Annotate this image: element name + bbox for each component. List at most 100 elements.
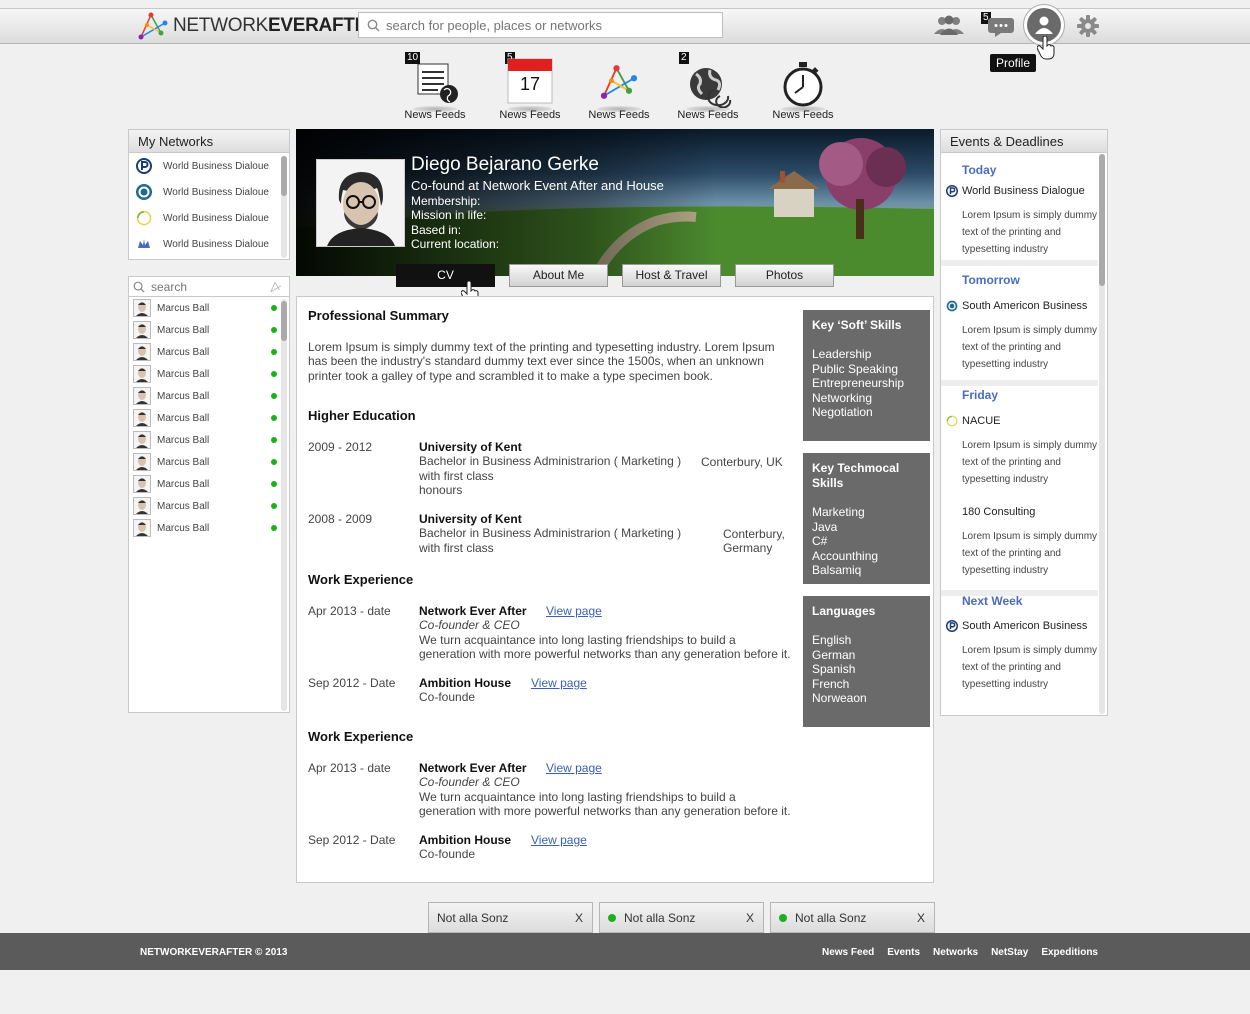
- event-item[interactable]: South Americon Business: [946, 300, 1087, 312]
- skill-item: Negotiation: [812, 405, 873, 419]
- gear-icon[interactable]: [1077, 15, 1099, 42]
- contact-item[interactable]: Marcus Ball: [129, 363, 289, 385]
- view-page-link[interactable]: View page: [546, 604, 602, 618]
- quick-nav-globe[interactable]: 2 News Feeds: [668, 52, 748, 121]
- summary-line: has been the industry's standard dummy t…: [308, 354, 764, 368]
- contact-item[interactable]: Marcus Ball: [129, 297, 289, 319]
- event-item[interactable]: 180 Consulting: [962, 506, 1035, 518]
- view-page-link[interactable]: View page: [531, 676, 587, 690]
- chat-tab[interactable]: Not alla Sonz X: [428, 902, 593, 933]
- contact-item[interactable]: Marcus Ball: [129, 429, 289, 451]
- view-page-link[interactable]: View page: [531, 833, 587, 847]
- calendar-day: 17: [519, 74, 541, 94]
- network-filter-icon[interactable]: [269, 280, 283, 294]
- my-networks-scrollbar[interactable]: [281, 156, 287, 258]
- close-icon[interactable]: X: [746, 911, 754, 925]
- footer-link-events[interactable]: Events: [887, 947, 920, 958]
- profile-based-in: Based in:: [411, 223, 462, 237]
- profile-photo[interactable]: [316, 159, 405, 247]
- work-desc: generation with more powerful networks t…: [419, 647, 791, 661]
- network-logo-ring-icon: [135, 209, 153, 227]
- stopwatch-icon: [783, 62, 823, 107]
- soft-skills-title: Key ‘Soft’ Skills: [812, 318, 902, 332]
- chat-tab-name: Not alla Sonz: [437, 910, 509, 925]
- logo[interactable]: NETWORKEVERAFTER: [137, 10, 381, 42]
- network-item[interactable]: World Business Dialoue: [129, 153, 289, 179]
- chat-tab[interactable]: Not alla Sonz X: [770, 902, 935, 933]
- profile-tooltip: Profile: [990, 54, 1037, 72]
- summary-title: Professional Summary: [308, 308, 449, 323]
- online-status-icon: [271, 503, 277, 509]
- event-title: 180 Consulting: [962, 506, 1036, 518]
- network-item[interactable]: World Business Dialoue: [129, 179, 289, 205]
- event-item[interactable]: World Business Dialogue: [946, 185, 1085, 197]
- network-item-label: World Business Dialoue: [163, 160, 269, 172]
- contact-item[interactable]: Marcus Ball: [129, 407, 289, 429]
- quick-nav-calendar[interactable]: 5 17 News Feeds: [490, 52, 570, 121]
- contact-item[interactable]: Marcus Ball: [129, 473, 289, 495]
- education-degree: Bachelor in Business Administrarion ( Ma…: [419, 454, 682, 468]
- contacts-scrollbar[interactable]: [281, 299, 287, 711]
- contact-item[interactable]: Marcus Ball: [129, 451, 289, 473]
- skill-item: Balsamiq: [812, 563, 862, 577]
- contact-name: Marcus Ball: [157, 368, 210, 380]
- footer-link-netstay[interactable]: NetStay: [991, 947, 1028, 958]
- messages-icon[interactable]: 5: [981, 12, 1015, 38]
- event-description: Lorem Ipsum is simply dummy text of the p…: [962, 645, 1098, 690]
- events-scrollbar[interactable]: [1099, 154, 1105, 714]
- event-item[interactable]: South Americon Business: [946, 620, 1087, 632]
- event-description: Lorem Ipsum is simply dummy text of the p…: [962, 440, 1098, 485]
- work-role: Co-founde: [419, 847, 476, 861]
- global-search-input[interactable]: [386, 17, 706, 33]
- quick-nav-news-feed[interactable]: 10 News Feeds: [395, 52, 475, 121]
- tab-photos[interactable]: Photos: [735, 264, 834, 287]
- contact-item[interactable]: Marcus Ball: [129, 319, 289, 341]
- close-icon[interactable]: X: [917, 911, 925, 925]
- network-logo-circle-icon: [135, 183, 153, 201]
- chat-tab[interactable]: Not alla Sonz X: [599, 902, 764, 933]
- search-icon: [367, 19, 380, 31]
- skill-item: Java: [812, 519, 838, 534]
- event-title: World Business Dialogue: [962, 185, 1085, 197]
- contact-item[interactable]: Marcus Ball: [129, 517, 289, 539]
- work-dates: Sep 2012 - Date: [308, 833, 396, 847]
- footer-link-expeditions[interactable]: Expeditions: [1041, 947, 1098, 958]
- footer-link-networks[interactable]: Networks: [933, 947, 978, 958]
- footer-link-news-feed[interactable]: News Feed: [822, 947, 874, 958]
- quick-nav-networks[interactable]: News Feeds: [579, 52, 659, 121]
- news-globe-icon: [417, 63, 458, 103]
- network-item[interactable]: World Business Dialoue: [129, 205, 289, 231]
- contact-item[interactable]: Marcus Ball: [129, 495, 289, 517]
- tab-host-travel[interactable]: Host & Travel: [622, 264, 721, 287]
- global-search[interactable]: [358, 12, 723, 38]
- hand-cursor-icon: [1036, 35, 1057, 65]
- close-icon[interactable]: X: [575, 911, 583, 925]
- chat-tab-name: Not alla Sonz: [795, 910, 867, 925]
- work-role: Co-founder & CEO: [419, 775, 520, 789]
- online-status-icon: [271, 327, 277, 333]
- work-company: Network Ever After: [419, 761, 527, 775]
- my-networks-panel: My Networks World Business Dialoue World…: [128, 129, 290, 260]
- skill-item: Networking: [812, 390, 873, 405]
- contacts-search[interactable]: [129, 277, 289, 297]
- view-page-link[interactable]: View page: [546, 761, 602, 775]
- education-school: University of Kent: [419, 512, 522, 526]
- avatar: [133, 453, 151, 471]
- friends-icon[interactable]: [932, 14, 966, 41]
- avatar: [133, 409, 151, 427]
- contacts-search-input[interactable]: [151, 279, 261, 294]
- network-item[interactable]: World Business Dialoue: [129, 231, 289, 257]
- contact-name: Marcus Ball: [157, 346, 210, 358]
- language-item: French: [812, 676, 850, 691]
- contact-item[interactable]: Marcus Ball: [129, 341, 289, 363]
- profile-role: Co-found at Network Event After and Hous…: [411, 178, 664, 193]
- event-item[interactable]: NACUE: [946, 415, 1001, 427]
- contact-item[interactable]: Marcus Ball: [129, 385, 289, 407]
- online-status-icon: [271, 481, 277, 487]
- education-title: Higher Education: [308, 408, 416, 423]
- quick-nav-stopwatch[interactable]: News Feeds: [763, 52, 843, 121]
- skill-item: Public Speaking: [812, 361, 899, 376]
- work-company: Ambition House: [419, 833, 511, 847]
- contact-name: Marcus Ball: [157, 390, 210, 402]
- tab-about-me[interactable]: About Me: [509, 264, 608, 287]
